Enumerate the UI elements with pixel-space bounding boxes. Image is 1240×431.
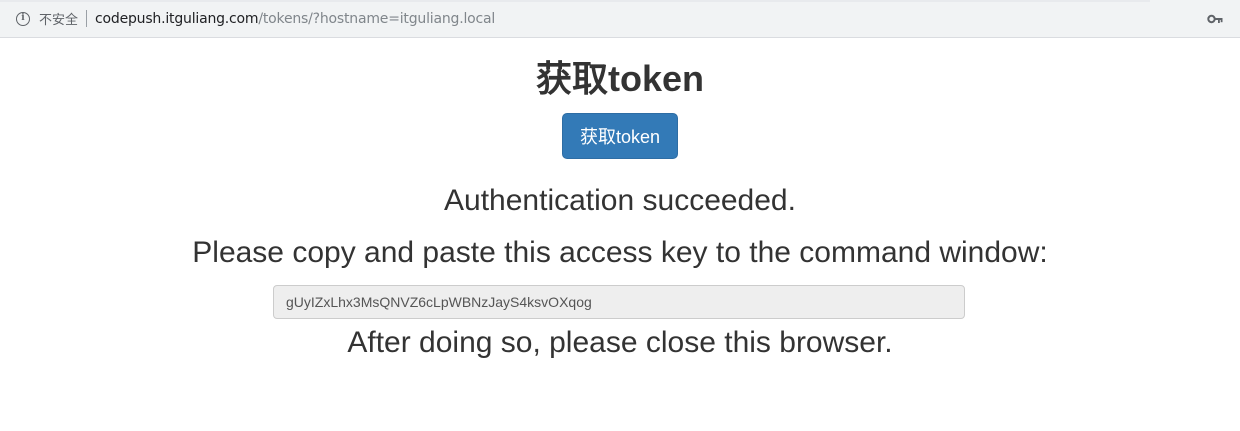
- access-key-input[interactable]: [273, 285, 965, 319]
- url-text[interactable]: codepush.itguliang.com/tokens/?hostname=…: [95, 11, 495, 27]
- key-icon[interactable]: [1207, 12, 1223, 26]
- copy-instruction: Please copy and paste this access key to…: [192, 236, 1048, 269]
- url-host: codepush.itguliang.com: [95, 10, 259, 27]
- get-token-button[interactable]: 获取token: [562, 113, 678, 159]
- address-divider: [86, 10, 88, 27]
- access-key-wrapper: [0, 285, 1240, 319]
- info-icon[interactable]: i: [16, 11, 30, 26]
- close-browser-message: After doing so, please close this browse…: [347, 326, 893, 359]
- url-path: /tokens/?hostname=itguliang.local: [258, 10, 496, 27]
- auth-success-message: Authentication succeeded.: [444, 184, 796, 217]
- page-content: 获取token 获取token Authentication succeeded…: [0, 58, 1240, 361]
- security-label[interactable]: 不安全: [39, 9, 78, 28]
- browser-address-bar[interactable]: i 不安全 codepush.itguliang.com/tokens/?hos…: [0, 0, 1240, 38]
- page-title: 获取token: [535, 58, 704, 99]
